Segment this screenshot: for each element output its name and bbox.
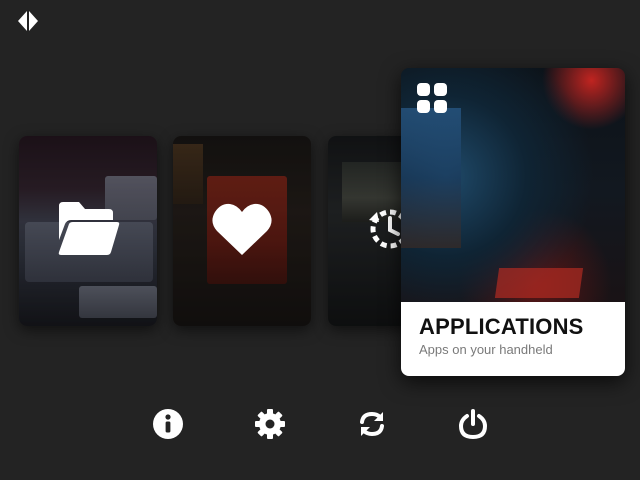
heart-icon xyxy=(211,201,273,261)
folder-open-icon xyxy=(55,200,121,262)
tile-favorites[interactable] xyxy=(173,136,311,326)
settings-button[interactable] xyxy=(252,406,288,442)
power-button[interactable] xyxy=(455,406,491,442)
bottom-bar xyxy=(0,406,640,446)
apps-grid-icon xyxy=(416,82,448,118)
app-logo-icon xyxy=(17,10,39,32)
tile-applications[interactable]: APPLICATIONS Apps on your handheld xyxy=(401,68,625,376)
tile-applications-title: APPLICATIONS xyxy=(419,314,584,339)
tile-applications-subtitle: Apps on your handheld xyxy=(419,342,553,357)
sync-icon xyxy=(360,411,384,437)
sync-button[interactable] xyxy=(354,406,390,442)
power-icon xyxy=(458,409,488,439)
tile-applications-caption: APPLICATIONS Apps on your handheld xyxy=(401,302,625,376)
info-icon xyxy=(153,409,183,439)
tile-roms[interactable] xyxy=(19,136,157,326)
info-button[interactable] xyxy=(150,406,186,442)
gear-icon xyxy=(255,409,285,439)
